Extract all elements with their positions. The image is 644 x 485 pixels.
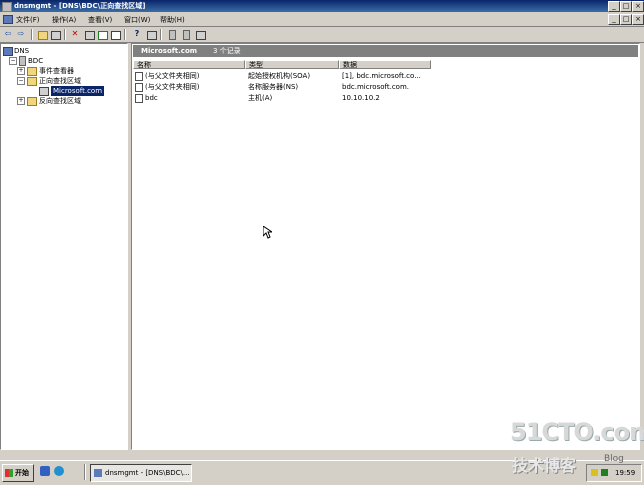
table-row[interactable]: (与父文件夹相同) 起始授权机构(SOA) [1], bdc.microsoft… [133,71,638,81]
start-button[interactable]: 开始 [2,464,34,482]
column-headers: 名称 类型 数据 [133,60,638,70]
system-tray: 19:59 [586,464,642,482]
quicklaunch-ie-icon[interactable] [54,466,64,476]
maximize-button[interactable]: □ [620,1,632,12]
menu-help[interactable]: 帮助(H) [160,15,185,25]
menu-file[interactable]: 文件(F) [16,15,40,25]
taskbar-task-dnsmgmt[interactable]: dnsmgmt - [DNS\BDC\... [90,464,192,482]
toolbar: ⇦ ⇨ ✕ ? [0,27,644,43]
record-icon [135,83,143,92]
mouse-cursor-icon [263,226,272,239]
record-icon[interactable] [195,29,206,40]
clock[interactable]: 19:59 [615,465,635,481]
expand-icon[interactable]: − [9,57,17,65]
properties-icon[interactable] [84,29,95,40]
dns-icon [94,469,102,477]
column-header-name[interactable]: 名称 [133,60,245,69]
app-icon[interactable] [2,2,12,12]
tray-shield-icon[interactable] [591,469,598,476]
server2-icon[interactable] [181,29,191,40]
record-icon [135,72,143,81]
windows-logo-icon [5,469,13,477]
collapse-icon[interactable]: − [17,77,25,85]
watermark-blog: Blog [604,454,624,464]
expand-icon[interactable]: + [17,97,25,105]
refresh-icon[interactable] [97,29,108,40]
expand-icon[interactable]: + [17,67,25,75]
zone-icon [39,87,49,96]
menu-action[interactable]: 操作(A) [52,15,76,25]
child-close-button[interactable]: × [632,14,644,25]
menu-window[interactable]: 窗口(W) [124,15,150,25]
details-pane[interactable]: Microsoft.com 3 个记录 名称 类型 数据 (与父文件夹相同) 起… [131,43,640,450]
folder-icon [27,67,37,76]
show-tree-icon[interactable] [50,29,61,40]
server-icon [19,56,26,66]
child-restore-button[interactable]: □ [620,14,632,25]
record-icon [135,94,143,103]
window-title: dnsmgmt - [DNS\BDC\正向查找区域] [14,2,146,10]
tray-volume-icon[interactable] [601,469,608,476]
toolbar-separator [124,29,126,40]
table-row[interactable]: (与父文件夹相同) 名称服务器(NS) bdc.microsoft.com. [133,82,638,92]
column-header-data[interactable]: 数据 [339,60,431,69]
title-bar[interactable]: dnsmgmt - [DNS\BDC\正向查找区域] _ □ × [0,0,644,12]
toolbar-separator [160,29,162,40]
table-row[interactable]: bdc 主机(A) 10.10.10.2 [133,93,638,103]
server-icon[interactable] [167,29,177,40]
taskbar-separator [84,464,86,480]
dns-icon [3,47,13,56]
help-icon[interactable]: ? [132,29,142,39]
pane-header-zone: Microsoft.com [141,47,198,55]
menu-bar: 文件(F) 操作(A) 查看(V) 窗口(W) 帮助(H) _ □ × [0,12,644,27]
folder-icon [27,97,37,106]
console-tree[interactable]: DNS − BDC + 事件查看器 − 正向查找区域 Microsoft.com… [0,43,128,450]
menu-view[interactable]: 查看(V) [88,15,112,25]
watermark-logo: 51CTO.com [510,418,644,446]
back-icon[interactable]: ⇦ [3,29,13,39]
pane-header: Microsoft.com 3 个记录 [133,45,638,57]
console-icon[interactable] [146,29,157,40]
pane-header-count: 3 个记录 [213,47,241,55]
minimize-button[interactable]: _ [608,1,620,12]
export-icon[interactable] [110,29,121,40]
forward-icon[interactable]: ⇨ [16,29,26,39]
delete-icon[interactable]: ✕ [70,29,80,39]
close-button[interactable]: × [632,1,644,12]
quicklaunch-desktop-icon[interactable] [40,466,50,476]
column-header-type[interactable]: 类型 [245,60,339,69]
toolbar-separator [64,29,66,40]
child-minimize-button[interactable]: _ [608,14,620,25]
folder-open-icon [27,77,37,86]
mmc-console-icon[interactable] [3,15,13,24]
watermark-subtitle: 技术博客 [512,456,577,475]
toolbar-separator [31,29,33,40]
up-folder-icon[interactable] [37,29,48,40]
